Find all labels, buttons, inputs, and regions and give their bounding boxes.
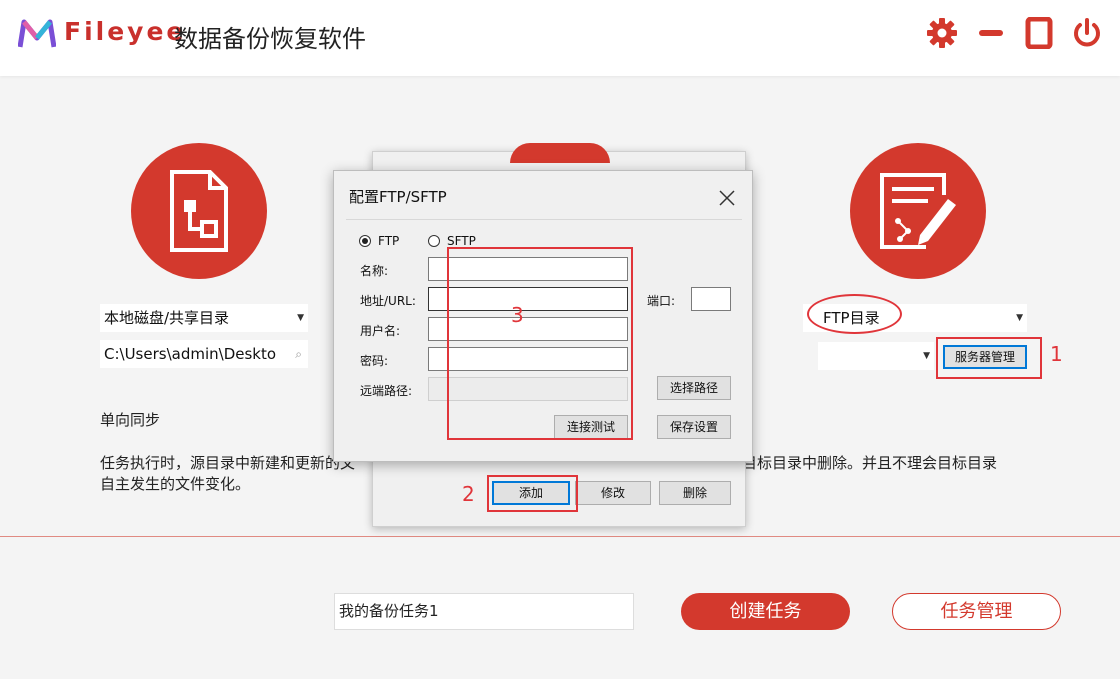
chevron-down-icon: ▼ xyxy=(1016,313,1023,323)
edit-server-button[interactable]: 修改 xyxy=(575,481,651,505)
annotation-box-1 xyxy=(936,337,1042,379)
app-title: 数据备份恢复软件 xyxy=(174,25,366,53)
source-type-select[interactable]: 本地磁盘/共享目录 ▼ xyxy=(100,304,308,332)
edit-document-icon xyxy=(880,173,956,249)
middle-icon-circle xyxy=(510,143,610,163)
chevron-down-icon: ▼ xyxy=(297,313,304,323)
delete-server-button[interactable]: 删除 xyxy=(659,481,731,505)
sync-description-line2: 自主发生的文件变化。 xyxy=(100,475,251,493)
source-icon-circle[interactable] xyxy=(131,143,267,279)
dialog-title: 配置FTP/SFTP xyxy=(349,188,447,206)
document-flow-icon xyxy=(170,170,228,252)
brand-name: Fileyee xyxy=(64,17,187,46)
port-field[interactable] xyxy=(691,287,731,311)
sync-description-right: 目标目录中删除。并且不理会目标目录 xyxy=(742,454,998,472)
minimize-icon xyxy=(979,30,1003,36)
sftp-radio[interactable] xyxy=(428,235,440,247)
source-type-value: 本地磁盘/共享目录 xyxy=(104,309,230,327)
search-icon[interactable]: ⌕ xyxy=(295,340,302,368)
title-bar: Fileyee 数据备份恢复软件 xyxy=(0,0,1120,76)
section-divider xyxy=(0,536,1120,537)
ftp-radio-label: FTP xyxy=(378,234,400,248)
username-label: 用户名: xyxy=(360,324,401,338)
create-task-button[interactable]: 创建任务 xyxy=(681,593,850,630)
maximize-button[interactable] xyxy=(1022,16,1056,50)
source-path-value: C:\Users\admin\Deskto xyxy=(104,345,277,363)
ftp-radio[interactable] xyxy=(359,235,371,247)
minimize-button[interactable] xyxy=(974,16,1008,50)
maximize-icon xyxy=(1025,17,1053,49)
remote-path-label: 远端路径: xyxy=(360,384,413,398)
port-label: 端口: xyxy=(647,294,676,308)
chevron-down-icon: ▼ xyxy=(923,351,930,361)
save-settings-button[interactable]: 保存设置 xyxy=(657,415,731,439)
target-server-select[interactable]: ▼ xyxy=(818,342,934,370)
source-path-input[interactable]: C:\Users\admin\Deskto ⌕ xyxy=(100,340,308,368)
annotation-number-1: 1 xyxy=(1050,342,1063,366)
annotation-number-2: 2 xyxy=(462,482,475,506)
gear-icon xyxy=(927,18,957,48)
close-app-button[interactable] xyxy=(1070,16,1104,50)
power-icon xyxy=(1074,18,1100,47)
password-label: 密码: xyxy=(360,354,389,368)
dialog-separator xyxy=(346,219,742,220)
name-label: 名称: xyxy=(360,264,389,278)
close-icon[interactable] xyxy=(717,188,737,208)
task-manage-button[interactable]: 任务管理 xyxy=(892,593,1061,630)
annotation-box-2 xyxy=(487,475,578,512)
address-label: 地址/URL: xyxy=(360,294,416,308)
annotation-ellipse-ftp xyxy=(807,294,902,334)
annotation-box-3 xyxy=(447,247,633,440)
annotation-number-3: 3 xyxy=(511,303,524,327)
sync-description-left: 任务执行时，源目录中新建和更新的文 xyxy=(100,454,356,472)
logo-icon xyxy=(18,19,56,48)
task-name-input[interactable]: 我的备份任务1 xyxy=(334,593,634,630)
target-icon-circle[interactable] xyxy=(850,143,986,279)
sftp-radio-label: SFTP xyxy=(447,234,476,248)
sync-mode-label: 单向同步 xyxy=(100,411,161,429)
settings-button[interactable] xyxy=(925,16,959,50)
choose-path-button[interactable]: 选择路径 xyxy=(657,376,731,400)
